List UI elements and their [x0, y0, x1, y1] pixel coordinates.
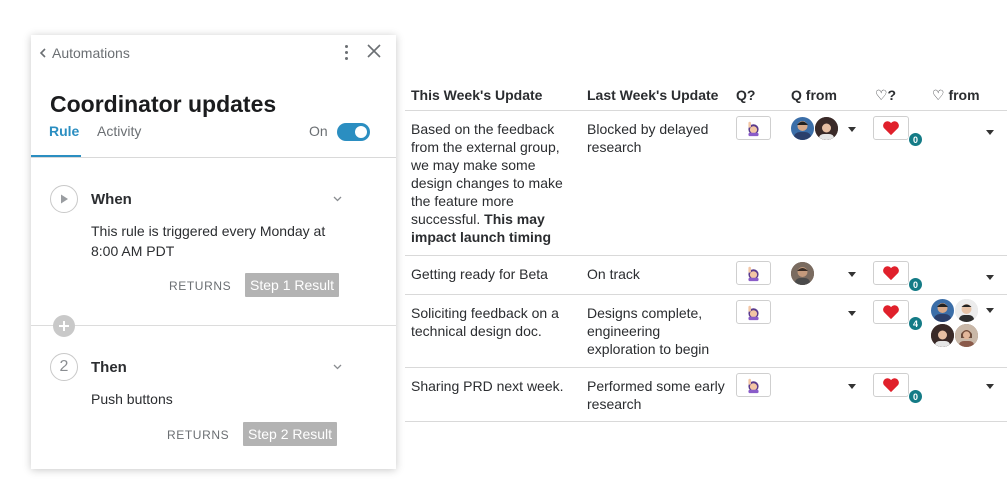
woman-raising-hand-icon	[748, 305, 759, 320]
question-from-dropdown-caret[interactable]	[848, 384, 856, 389]
question-from-dropdown-caret[interactable]	[848, 272, 856, 277]
red-heart-icon	[883, 305, 899, 320]
last-week-cell[interactable]: Designs complete, engineering exploratio…	[587, 304, 727, 358]
this-week-cell[interactable]: Getting ready for Beta	[411, 265, 579, 283]
tabs-divider	[31, 157, 396, 158]
last-week-cell[interactable]: Performed some early research	[587, 377, 727, 413]
step-2-returns-label: RETURNS	[167, 428, 230, 442]
red-heart-icon	[883, 378, 899, 393]
woman-raising-hand-icon	[748, 378, 759, 393]
table-row[interactable]: Getting ready for Beta On track 0	[405, 256, 1007, 295]
avatar[interactable]	[954, 298, 979, 323]
avatar[interactable]	[814, 116, 839, 141]
header-heart-from[interactable]: ♡ from	[932, 87, 980, 104]
step-1-returns-label: RETURNS	[169, 279, 232, 293]
add-step-button[interactable]	[53, 315, 75, 337]
step-divider	[31, 325, 396, 326]
avatar[interactable]	[954, 323, 979, 348]
step-2-description: Push buttons	[91, 391, 173, 407]
step-1-collapse-button[interactable]	[329, 191, 345, 207]
heart-count-badge: 4	[908, 316, 923, 331]
heart-emoji-button[interactable]	[873, 261, 909, 285]
table-row[interactable]: Based on the feedback from the external …	[405, 111, 1007, 256]
plus-icon	[59, 321, 69, 331]
play-icon	[61, 194, 68, 204]
person-icon	[934, 303, 951, 322]
person-icon	[955, 299, 978, 322]
red-heart-icon	[883, 266, 899, 281]
last-week-cell[interactable]: Blocked by delayed research	[587, 120, 727, 156]
woman-raising-hand-icon	[748, 266, 759, 281]
table-row[interactable]: Sharing PRD next week. Performed some ea…	[405, 368, 1007, 422]
red-heart-icon	[883, 121, 899, 136]
table-header: This Week's Update Last Week's Update Q?…	[405, 78, 1007, 111]
heart-emoji-button[interactable]	[873, 116, 909, 140]
person-icon	[931, 324, 954, 347]
avatar[interactable]	[790, 261, 815, 286]
step-2-collapse-button[interactable]	[329, 359, 345, 375]
step-2-result-pill[interactable]: Step 2 Result	[243, 422, 338, 446]
rule-enabled-toggle[interactable]	[337, 123, 370, 141]
tab-activity[interactable]: Activity	[97, 123, 141, 139]
more-options-icon[interactable]	[344, 45, 350, 63]
header-heart[interactable]: ♡?	[875, 87, 896, 104]
question-emoji-button[interactable]	[736, 116, 771, 140]
header-last-week[interactable]: Last Week's Update	[587, 87, 718, 103]
back-to-automations-link[interactable]: Automations	[39, 45, 130, 61]
panel-title: Coordinator updates	[50, 91, 277, 117]
updates-table: This Week's Update Last Week's Update Q?…	[405, 78, 1007, 422]
avatar[interactable]	[930, 323, 955, 348]
person-icon	[815, 117, 838, 140]
question-from-dropdown-caret[interactable]	[848, 311, 856, 316]
chevron-down-icon	[333, 364, 341, 370]
woman-raising-hand-icon	[748, 121, 759, 136]
last-week-cell[interactable]: On track	[587, 265, 727, 283]
step-1-description: This rule is triggered every Monday at 8…	[91, 223, 326, 259]
close-icon[interactable]	[366, 43, 382, 59]
chevron-left-icon	[39, 48, 46, 58]
heart-from-dropdown-caret[interactable]	[986, 130, 994, 135]
avatar[interactable]	[790, 116, 815, 141]
step-1-label: When	[91, 191, 132, 208]
person-icon	[791, 262, 814, 285]
heart-from-dropdown-caret[interactable]	[986, 275, 994, 280]
avatar[interactable]	[930, 298, 955, 323]
step-2-marker: 2	[50, 353, 78, 381]
heart-from-dropdown-caret[interactable]	[986, 384, 994, 389]
step-2-label: Then	[91, 359, 127, 376]
header-this-week[interactable]: This Week's Update	[411, 87, 542, 103]
question-emoji-button[interactable]	[736, 373, 771, 397]
this-week-cell[interactable]: Soliciting feedback on a technical desig…	[411, 304, 579, 340]
person-icon	[955, 324, 978, 347]
question-emoji-button[interactable]	[736, 261, 771, 285]
chevron-down-icon	[333, 196, 341, 202]
heart-count-badge: 0	[908, 132, 923, 147]
automation-panel: Automations Coordinator updates Rule Act…	[31, 35, 396, 469]
header-question[interactable]: Q?	[736, 87, 755, 103]
question-emoji-button[interactable]	[736, 300, 771, 324]
toggle-knob	[355, 126, 367, 138]
tab-rule[interactable]: Rule	[49, 123, 79, 139]
trigger-step-marker	[50, 185, 78, 213]
toggle-label: On	[309, 123, 328, 139]
heart-count-badge: 0	[908, 277, 923, 292]
heart-from-dropdown-caret[interactable]	[986, 308, 994, 313]
heart-emoji-button[interactable]	[873, 300, 909, 324]
heart-count-badge: 0	[908, 389, 923, 404]
person-icon	[794, 121, 811, 140]
question-from-dropdown-caret[interactable]	[848, 127, 856, 132]
back-label: Automations	[52, 45, 130, 61]
table-row[interactable]: Soliciting feedback on a technical desig…	[405, 295, 1007, 368]
active-tab-indicator	[31, 155, 81, 157]
this-week-cell[interactable]: Based on the feedback from the external …	[411, 120, 579, 246]
heart-emoji-button[interactable]	[873, 373, 909, 397]
header-question-from[interactable]: Q from	[791, 87, 837, 103]
this-week-cell[interactable]: Sharing PRD next week.	[411, 377, 579, 395]
step-1-result-pill[interactable]: Step 1 Result	[245, 273, 340, 297]
